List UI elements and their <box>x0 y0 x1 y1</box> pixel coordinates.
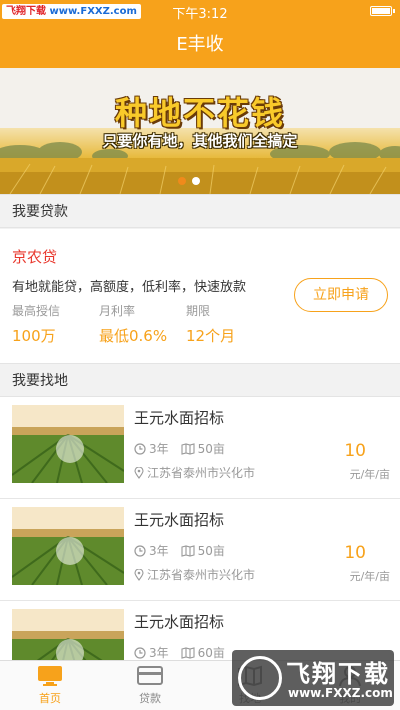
listing-area-block: 50亩 <box>181 440 225 457</box>
loan-metric-term: 期限 12个月 <box>186 302 235 346</box>
map-icon <box>181 544 195 557</box>
listing-location-block: 江苏省泰州市兴化市 <box>134 566 255 583</box>
page-title: E丰收 <box>176 34 224 55</box>
field-photo-icon <box>12 405 124 483</box>
loan-product-description: 有地就能贷，高额度，低利率，快速放款 <box>12 280 247 295</box>
metric-value: 最低0.6% <box>99 327 168 345</box>
listing-title: 王元水面招标 <box>134 511 225 529</box>
field-photo-icon <box>12 507 124 585</box>
listing-meta: 3年 60亩 <box>134 644 225 661</box>
listing-price: 10 <box>344 441 366 461</box>
watermark-brand-cn: 飞翔下载 <box>286 660 390 688</box>
listing-area-block: 50亩 <box>181 542 225 559</box>
listing-title: 王元水面招标 <box>134 409 225 427</box>
status-time: 下午3:12 <box>172 7 228 22</box>
listing-price: 10 <box>344 543 366 563</box>
listing-location: 江苏省泰州市兴化市 <box>147 466 256 480</box>
listing-price-unit: 元/年/亩 <box>349 570 390 583</box>
clock-icon <box>134 544 146 557</box>
listing-years: 3年 <box>149 646 169 660</box>
watermark-url: www.FXXZ.com <box>288 686 393 700</box>
land-listing[interactable]: 王元水面招标 3年 50亩 江苏省泰州市兴化市 10 元/年/亩 <box>0 499 400 601</box>
battery-icon <box>370 6 395 16</box>
banner-subline: 只要你有地，其他我们全搞定 <box>102 132 298 150</box>
metric-label: 最高授信 <box>12 304 61 318</box>
listing-area-block: 60亩 <box>181 644 225 661</box>
tab-label: 贷款 <box>139 692 161 705</box>
land-section-heading: 我要找地 <box>0 363 400 397</box>
banner-headline: 种地不花钱 <box>114 94 285 132</box>
location-pin-icon <box>134 568 144 581</box>
listing-meta: 3年 50亩 <box>134 542 225 559</box>
listing-thumbnail <box>12 507 124 585</box>
metric-value: 100万 <box>12 327 56 345</box>
metric-label: 期限 <box>186 304 211 318</box>
loan-product-name: 京农贷 <box>12 248 58 266</box>
listing-term: 3年 <box>134 440 169 457</box>
listing-thumbnail <box>12 405 124 483</box>
listing-location-block: 江苏省泰州市兴化市 <box>134 464 255 481</box>
land-listing[interactable]: 王元水面招标 3年 50亩 江苏省泰州市兴化市 10 元/年/亩 <box>0 397 400 499</box>
loan-metric-rate: 月利率 最低0.6% <box>99 302 167 346</box>
clock-icon <box>134 442 146 455</box>
listing-title: 王元水面招标 <box>134 613 225 631</box>
listing-location: 江苏省泰州市兴化市 <box>147 568 256 582</box>
watermark-overlay: 飞翔下载 www.FXXZ.com <box>232 650 394 706</box>
listing-area: 50亩 <box>197 544 225 558</box>
listing-years: 3年 <box>149 442 169 456</box>
listing-area: 60亩 <box>197 646 225 660</box>
carousel-dot-active[interactable] <box>178 177 186 185</box>
listing-term: 3年 <box>134 644 169 661</box>
tab-label: 首页 <box>39 692 61 705</box>
listing-meta: 3年 50亩 <box>134 440 225 457</box>
promo-banner[interactable]: 种地不花钱 只要你有地，其他我们全搞定 <box>0 68 400 194</box>
clock-icon <box>134 646 146 659</box>
monitor-icon <box>38 666 62 686</box>
carousel-dot[interactable] <box>192 177 200 185</box>
listing-area: 50亩 <box>197 442 225 456</box>
tab-loan[interactable]: 贷款 <box>100 661 200 710</box>
card-icon <box>137 666 163 685</box>
listing-years: 3年 <box>149 544 169 558</box>
listing-term: 3年 <box>134 542 169 559</box>
watermark-logo-icon <box>238 656 282 700</box>
loan-metric-credit: 最高授信 100万 <box>12 302 60 346</box>
tab-home[interactable]: 首页 <box>0 661 100 710</box>
apply-now-button[interactable]: 立即申请 <box>294 278 388 312</box>
metric-value: 12个月 <box>186 327 236 345</box>
status-bar: 飞翔下载 www.FXXZ.com 下午3:12 <box>0 0 400 22</box>
metric-label: 月利率 <box>99 304 136 318</box>
loan-section-heading: 我要贷款 <box>0 194 400 228</box>
listing-price-unit: 元/年/亩 <box>349 468 390 481</box>
location-pin-icon <box>134 466 144 479</box>
map-icon <box>181 646 195 659</box>
map-icon <box>181 442 195 455</box>
carousel-indicator[interactable] <box>178 177 200 185</box>
nav-bar: E丰收 <box>0 22 400 68</box>
